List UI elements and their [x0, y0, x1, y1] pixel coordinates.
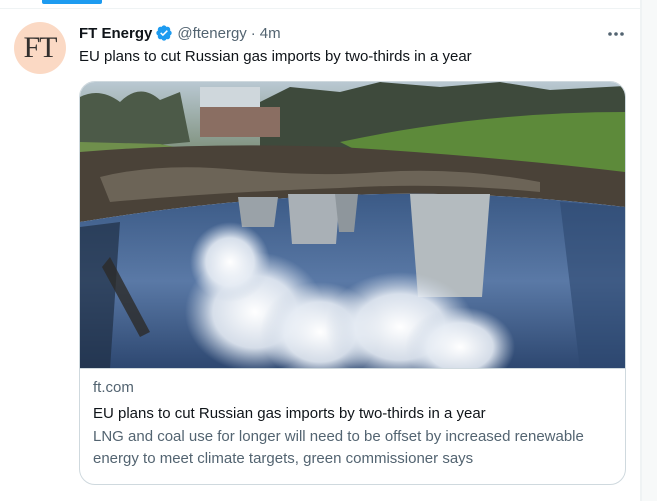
tweet-text: EU plans to cut Russian gas imports by t… [79, 48, 472, 65]
timeline-column: FT FT Energy @ftenergy · 4m EU plans to … [0, 0, 641, 501]
card-description: LNG and coal use for longer will need to… [93, 428, 584, 467]
card-body: ft.com EU plans to cut Russian gas impor… [93, 378, 613, 470]
author-handle[interactable]: @ftenergy [177, 25, 246, 42]
divider [0, 8, 641, 9]
separator: · [250, 24, 256, 42]
card-domain: ft.com [93, 379, 134, 396]
tweet-header: FT Energy @ftenergy · 4m [79, 23, 281, 43]
active-tab-indicator [42, 0, 102, 4]
link-card[interactable]: ft.com EU plans to cut Russian gas impor… [79, 81, 626, 485]
verified-badge-icon [155, 24, 173, 42]
timestamp[interactable]: 4m [260, 25, 281, 42]
card-title: EU plans to cut Russian gas imports by t… [93, 405, 486, 422]
avatar-logo-text: FT [23, 31, 57, 64]
scrollbar[interactable] [641, 0, 657, 501]
cooling-towers-photo-icon [80, 82, 625, 368]
avatar[interactable]: FT [14, 22, 66, 74]
author-name[interactable]: FT Energy [79, 25, 152, 42]
card-image[interactable] [80, 82, 625, 369]
more-options-icon[interactable] [601, 24, 631, 44]
